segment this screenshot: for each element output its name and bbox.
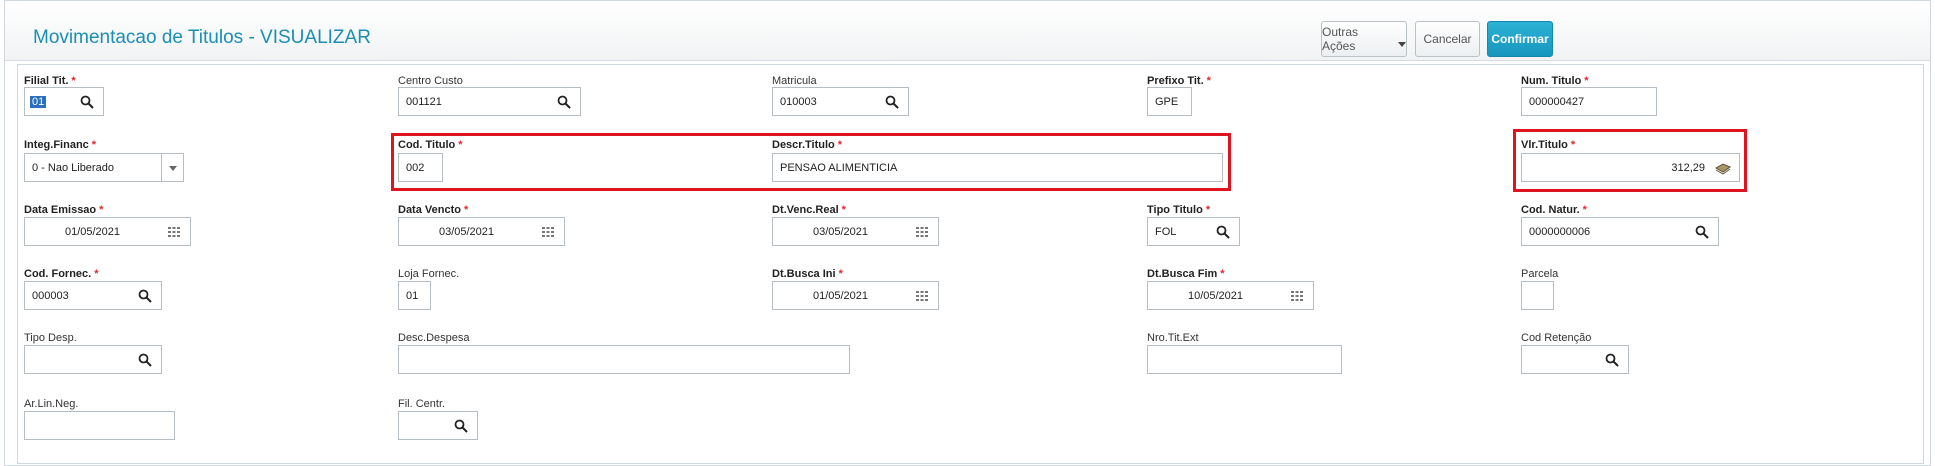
label-cod-titulo: Cod. Titulo *	[398, 139, 463, 151]
search-icon[interactable]	[80, 95, 94, 109]
data-emissao-input[interactable]: 01/05/2021	[24, 217, 191, 246]
prefixo-tit-input[interactable]: GPE	[1147, 87, 1192, 116]
label-vlr-titulo: Vlr.Titulo *	[1521, 139, 1576, 151]
centro-custo-input[interactable]: 001121	[398, 87, 581, 116]
desc-despesa-input[interactable]	[398, 345, 850, 374]
label-fil-centr: Fil. Centr.	[398, 398, 446, 410]
filial-tit-input[interactable]: 01	[24, 87, 104, 116]
label-integ-financ: Integ.Financ *	[24, 139, 97, 151]
cod-titulo-input[interactable]: 002	[398, 153, 443, 182]
header-bar: Movimentacao de Titulos - VISUALIZAR Out…	[5, 1, 1930, 61]
label-cod-fornec: Cod. Fornec. *	[24, 268, 99, 280]
cod-natur-input[interactable]: 0000000006	[1521, 217, 1719, 246]
nro-tit-ext-input[interactable]	[1147, 345, 1342, 374]
label-descr-titulo: Descr.Titulo *	[772, 139, 843, 151]
search-icon[interactable]	[138, 289, 152, 303]
label-loja-fornec: Loja Fornec.	[398, 268, 460, 280]
label-dt-busca-fim: Dt.Busca Fim *	[1147, 268, 1225, 280]
matricula-input[interactable]: 010003	[772, 87, 909, 116]
descr-titulo-input[interactable]: PENSAO ALIMENTICIA	[772, 153, 1223, 182]
label-matricula: Matricula	[772, 75, 817, 87]
label-desc-despesa: Desc.Despesa	[398, 332, 470, 344]
search-icon[interactable]	[1695, 225, 1709, 239]
cancel-button[interactable]: Cancelar	[1415, 21, 1480, 57]
label-prefixo-tit: Prefixo Tit. *	[1147, 75, 1211, 87]
label-tipo-titulo: Tipo Titulo *	[1147, 204, 1211, 216]
chevron-down-icon[interactable]	[161, 154, 183, 181]
form-panel	[17, 64, 1924, 464]
label-cod-natur: Cod. Natur. *	[1521, 204, 1587, 216]
label-parcela: Parcela	[1521, 268, 1559, 280]
search-icon[interactable]	[1216, 225, 1230, 239]
dt-busca-fim-input[interactable]: 10/05/2021	[1147, 281, 1314, 310]
dt-busca-ini-input[interactable]: 01/05/2021	[772, 281, 939, 310]
calendar-icon[interactable]	[915, 225, 929, 239]
num-titulo-input[interactable]: 000000427	[1521, 87, 1657, 116]
calendar-icon[interactable]	[167, 225, 181, 239]
cod-retencao-input[interactable]	[1521, 345, 1629, 374]
label-filial-tit: Filial Tit. *	[24, 75, 76, 87]
ar-lin-neg-input[interactable]	[24, 411, 175, 440]
label-ar-lin-neg: Ar.Lin.Neg.	[24, 398, 79, 410]
dt-venc-real-input[interactable]: 03/05/2021	[772, 217, 939, 246]
integ-financ-select[interactable]: 0 - Nao Liberado	[24, 153, 184, 182]
tipo-desp-input[interactable]	[24, 345, 162, 374]
label-num-titulo: Num. Titulo *	[1521, 75, 1589, 87]
label-cod-retencao: Cod Retenção	[1521, 332, 1592, 344]
tipo-titulo-input[interactable]: FOL	[1147, 217, 1240, 246]
fil-centr-input[interactable]	[398, 411, 478, 440]
chevron-down-icon	[1398, 41, 1406, 47]
calendar-icon[interactable]	[541, 225, 555, 239]
label-dt-busca-ini: Dt.Busca Ini *	[772, 268, 843, 280]
label-nro-tit-ext: Nro.Tit.Ext	[1147, 332, 1199, 344]
vlr-titulo-input[interactable]: 312,29	[1521, 153, 1740, 182]
outras-acoes-button[interactable]: Outras Ações	[1321, 21, 1407, 57]
search-icon[interactable]	[557, 95, 571, 109]
search-icon[interactable]	[454, 419, 468, 433]
label-tipo-desp: Tipo Desp.	[24, 332, 77, 344]
loja-fornec-input[interactable]: 01	[398, 281, 431, 310]
search-icon[interactable]	[1605, 353, 1619, 367]
label-dt-venc-real: Dt.Venc.Real *	[772, 204, 846, 216]
outras-acoes-label: Outras Ações	[1322, 25, 1359, 53]
calendar-icon[interactable]	[1290, 289, 1304, 303]
calendar-icon[interactable]	[915, 289, 929, 303]
data-vencto-input[interactable]: 03/05/2021	[398, 217, 565, 246]
confirm-button[interactable]: Confirmar	[1487, 21, 1553, 57]
cod-fornec-input[interactable]: 000003	[24, 281, 162, 310]
label-data-vencto: Data Vencto *	[398, 204, 469, 216]
page-title: Movimentacao de Titulos - VISUALIZAR	[33, 27, 371, 48]
label-centro-custo: Centro Custo	[398, 75, 463, 87]
money-icon	[1714, 163, 1732, 175]
label-data-emissao: Data Emissao *	[24, 204, 104, 216]
search-icon[interactable]	[138, 353, 152, 367]
search-icon[interactable]	[885, 95, 899, 109]
parcela-input[interactable]	[1521, 281, 1554, 310]
